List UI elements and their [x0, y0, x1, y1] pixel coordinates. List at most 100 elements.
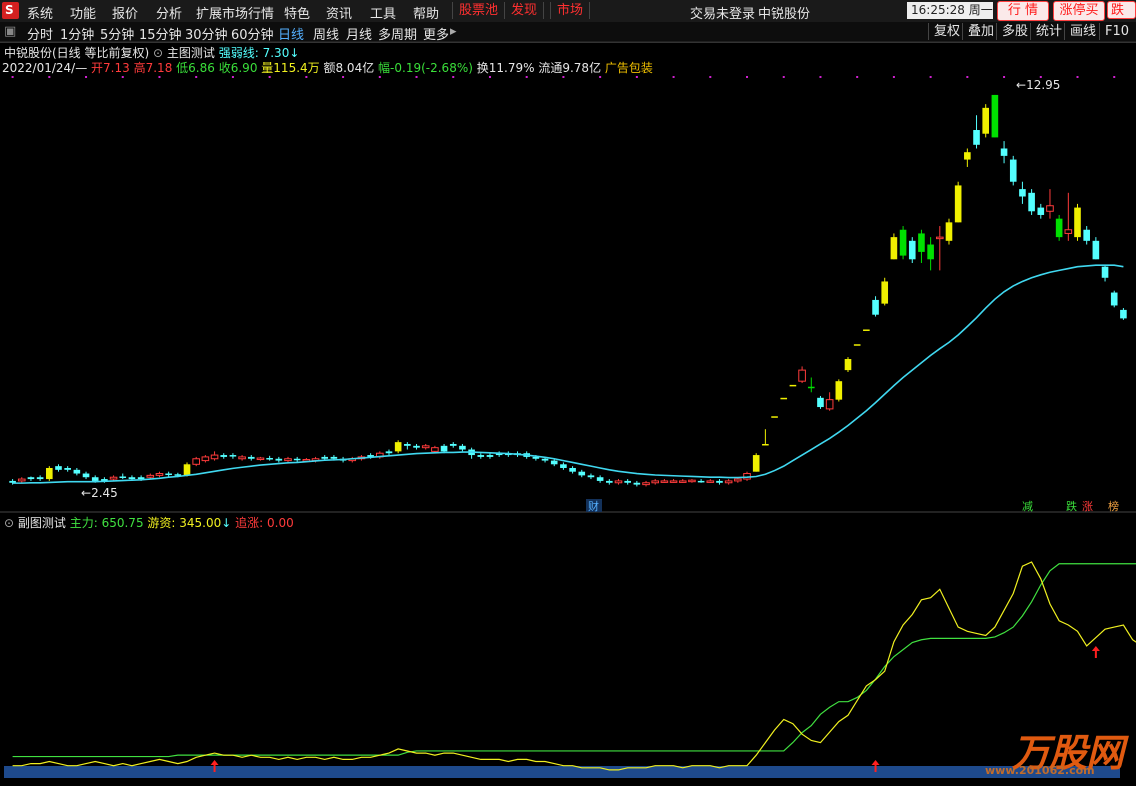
candle-body[interactable] — [651, 480, 660, 484]
candle-body[interactable] — [220, 455, 228, 457]
candle-body[interactable] — [669, 480, 678, 483]
candle-body[interactable] — [449, 443, 457, 446]
event-dot[interactable] — [782, 76, 785, 78]
event-dot[interactable] — [525, 76, 528, 78]
candle-body[interactable] — [413, 445, 420, 448]
candle-body[interactable] — [1037, 207, 1045, 215]
candle-body[interactable] — [578, 471, 586, 476]
event-dot[interactable] — [378, 76, 381, 78]
candle-body[interactable] — [486, 455, 494, 457]
candle-body[interactable] — [945, 222, 953, 241]
candle-body[interactable] — [954, 185, 962, 223]
candle-body[interactable] — [459, 445, 466, 450]
candle-body[interactable] — [1083, 229, 1090, 241]
event-dot[interactable] — [158, 76, 161, 78]
candle-body[interactable] — [128, 477, 136, 480]
candle-body[interactable] — [798, 369, 806, 382]
candle-body[interactable] — [863, 329, 870, 331]
candle-body[interactable] — [762, 443, 769, 446]
candle-body[interactable] — [660, 480, 669, 483]
candle-body[interactable] — [183, 464, 191, 476]
candle-body[interactable] — [771, 416, 778, 418]
candle-body[interactable] — [55, 466, 62, 470]
candle-body[interactable] — [266, 458, 273, 460]
candle-body[interactable] — [192, 458, 201, 465]
candle-body[interactable] — [688, 479, 696, 483]
candle-body[interactable] — [210, 454, 219, 460]
candle-body[interactable] — [1101, 266, 1109, 278]
candle-body[interactable] — [201, 456, 210, 462]
candle-body[interactable] — [1046, 205, 1054, 212]
candle-body[interactable] — [899, 229, 907, 256]
candle-body[interactable] — [17, 478, 26, 482]
candle-body[interactable] — [935, 236, 944, 240]
candle-body[interactable] — [964, 152, 971, 160]
candle-body[interactable] — [752, 455, 760, 472]
candle-body[interactable] — [275, 458, 283, 461]
candle-body[interactable] — [918, 233, 925, 252]
candle-body[interactable] — [908, 240, 916, 260]
event-dot[interactable] — [415, 76, 418, 78]
event-dot[interactable] — [856, 76, 859, 78]
sub-indicator-name[interactable]: 副图测试 — [18, 516, 66, 530]
event-dot[interactable] — [121, 76, 124, 78]
candle-body[interactable] — [82, 473, 90, 478]
event-dot[interactable] — [672, 76, 675, 78]
candle-body[interactable] — [890, 237, 898, 260]
candle-body[interactable] — [404, 443, 411, 446]
candle-body[interactable] — [541, 458, 549, 461]
candle-body[interactable] — [46, 467, 53, 480]
candle-body[interactable] — [844, 359, 852, 371]
candle-body[interactable] — [973, 130, 980, 145]
candle-body[interactable] — [569, 467, 576, 472]
candle-body[interactable] — [155, 473, 164, 476]
event-dot[interactable] — [562, 76, 565, 78]
event-dot[interactable] — [929, 76, 932, 78]
candle-body[interactable] — [596, 477, 604, 481]
event-dot[interactable] — [231, 76, 234, 78]
candle-body[interactable] — [991, 94, 999, 138]
event-dot[interactable] — [342, 76, 345, 78]
candle-body[interactable] — [807, 386, 815, 389]
event-dot[interactable] — [488, 76, 491, 78]
event-dot[interactable] — [85, 76, 88, 78]
event-dot[interactable] — [746, 76, 749, 78]
candle-body[interactable] — [321, 456, 329, 459]
candle-body[interactable] — [881, 281, 889, 304]
candle-body[interactable] — [385, 451, 393, 454]
candle-body[interactable] — [1074, 207, 1081, 238]
candle-body[interactable] — [394, 442, 402, 452]
candle-body[interactable] — [724, 480, 733, 484]
candle-body[interactable] — [560, 464, 567, 468]
candle-body[interactable] — [36, 477, 44, 480]
candle-body[interactable] — [642, 482, 650, 486]
candle-body[interactable] — [853, 344, 861, 346]
candle-body[interactable] — [477, 455, 485, 457]
event-dot[interactable] — [819, 76, 822, 78]
candle-body[interactable] — [550, 460, 558, 465]
candle-body[interactable] — [716, 480, 723, 483]
sub-settings-icon[interactable]: ⊙ — [4, 516, 14, 530]
candle-body[interactable] — [165, 473, 172, 476]
candle-body[interactable] — [697, 480, 705, 483]
candle-body[interactable] — [91, 477, 99, 481]
candle-body[interactable] — [1064, 229, 1073, 234]
candle-body[interactable] — [247, 456, 255, 459]
candle-body[interactable] — [1009, 159, 1017, 182]
candle-body[interactable] — [119, 476, 127, 478]
candle-body[interactable] — [1019, 189, 1026, 197]
candle-body[interactable] — [982, 107, 990, 134]
candle-body[interactable] — [734, 478, 742, 482]
candle-body[interactable] — [256, 457, 265, 461]
event-dot[interactable] — [635, 76, 638, 78]
candle-body[interactable] — [1120, 309, 1127, 319]
event-dot[interactable] — [1113, 76, 1116, 78]
candle-body[interactable] — [109, 476, 118, 480]
candle-body[interactable] — [440, 445, 448, 452]
event-dot[interactable] — [195, 76, 198, 78]
candle-body[interactable] — [1028, 192, 1035, 212]
event-dot[interactable] — [11, 76, 14, 78]
candle-body[interactable] — [1092, 240, 1100, 260]
candle-body[interactable] — [64, 467, 71, 470]
candle-body[interactable] — [421, 445, 430, 449]
